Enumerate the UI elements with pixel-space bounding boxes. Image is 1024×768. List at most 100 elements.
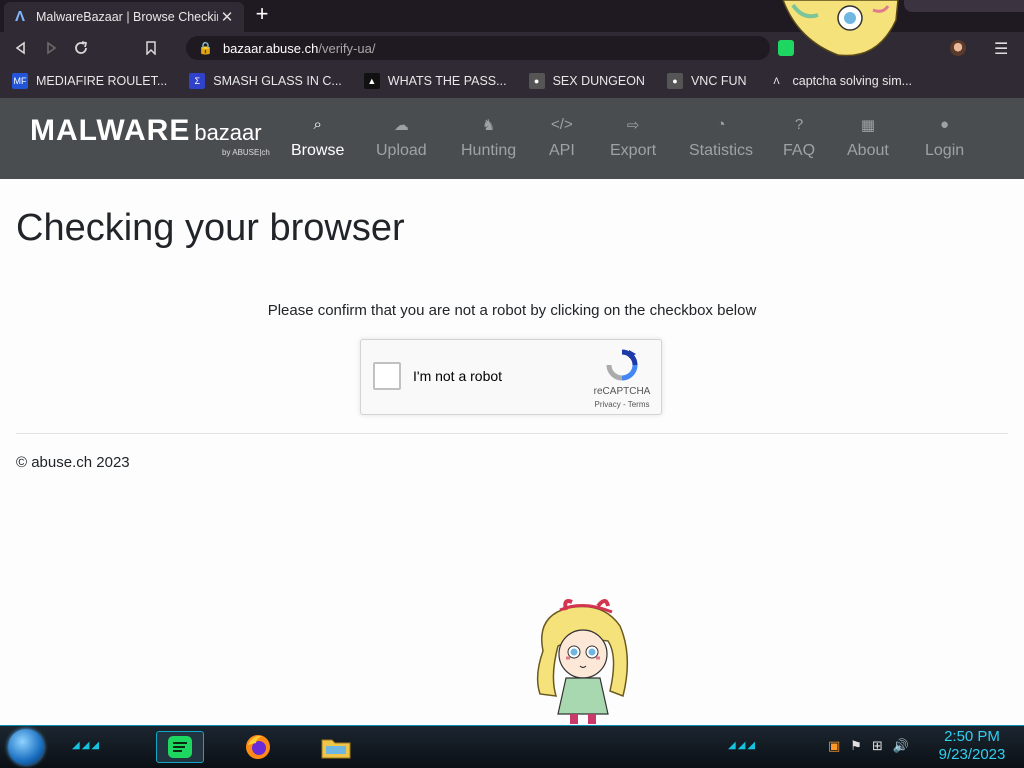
recaptcha-label: I'm not a robot (413, 368, 503, 384)
question-icon: ? (794, 116, 804, 133)
mediafire-icon: MF (12, 73, 28, 89)
nav-statistics[interactable]: ◔ Statistics (689, 116, 753, 160)
main-content (0, 179, 1024, 725)
site-favicon-icon: Λ (14, 8, 25, 25)
code-icon: </> (551, 116, 573, 133)
bookmark-label: SEX DUNGEON (552, 74, 645, 88)
nav-label: Hunting (461, 142, 517, 159)
recaptcha-widget: I'm not a robot reCAPTCHA Privacy - Term… (360, 339, 662, 415)
back-button[interactable] (6, 33, 36, 63)
lock-icon: 🔒 (198, 41, 213, 55)
nav-label: Export (610, 142, 657, 159)
clock-time: 2:50 PM (944, 728, 1000, 745)
logo-sub: bazaar (194, 120, 262, 145)
taskbar-spotify-button[interactable] (156, 731, 204, 763)
nav-upload[interactable]: ☁ Upload (376, 116, 427, 160)
site-icon: ▲ (363, 73, 380, 89)
captcha-instruction: Please confirm that you are not a robot … (267, 302, 757, 319)
browser-tab[interactable]: Λ MalwareBazaar | Browse Checking ✕ (4, 2, 244, 32)
footer-copyright: © abuse.ch 2023 (16, 454, 130, 471)
bookmark-item[interactable]: ● SEX DUNGEON (528, 73, 645, 89)
start-button[interactable] (8, 729, 44, 765)
nav-label: API (549, 142, 575, 159)
nav-about[interactable]: ▦ About (847, 116, 889, 160)
nav-login[interactable]: ● Login (925, 116, 964, 160)
screen: Λ MalwareBazaar | Browse Checking ✕ + 🔒 … (0, 0, 1024, 768)
hunting-icon: ♞ (481, 117, 496, 134)
browser-menu-icon[interactable]: ☰ (994, 39, 1008, 59)
bookmarks-bar: MF MEDIAFIRE ROULET... Σ SMASH GLASS IN C..… (0, 64, 1024, 98)
recaptcha-brand: reCAPTCHA (593, 386, 651, 397)
footer-divider (16, 433, 1008, 434)
reload-button[interactable] (66, 33, 96, 63)
logo-byline: by ABUSE|ch (222, 148, 270, 157)
system-tray: ▣ ⚑ ⊞ 🔊 (828, 738, 909, 754)
url-host: bazaar.abuse.ch (222, 40, 319, 56)
bookmark-item[interactable]: ● VNC FUN (666, 73, 747, 89)
page-title: Checking your browser (16, 207, 405, 249)
github-icon: ● (666, 73, 683, 89)
reload-icon (75, 41, 88, 54)
lambda-icon: Λ (768, 73, 785, 89)
nav-label: Upload (376, 142, 427, 159)
bookmark-button[interactable] (136, 33, 166, 63)
recaptcha-logo-icon (606, 349, 638, 381)
pie-chart-icon: ◔ (716, 116, 726, 133)
export-icon: ⇨ (626, 117, 640, 134)
tray-app-icon[interactable]: ▣ (828, 738, 840, 754)
bookmark-label: WHATS THE PASS... (387, 74, 507, 88)
character-sticker-bottom (536, 599, 629, 724)
nav-api[interactable]: </> API (549, 116, 575, 160)
forward-icon (47, 41, 57, 55)
bookmark-label: captcha solving sim... (792, 74, 913, 88)
nav-hunting[interactable]: ♞ Hunting (461, 116, 516, 160)
taskbar-firefox-button[interactable] (234, 731, 282, 763)
recaptcha-checkbox[interactable] (373, 362, 401, 390)
sigma-icon: Σ (189, 73, 206, 89)
url-path: /verify-ua/ (318, 40, 376, 56)
logo-main: MALWARE (30, 114, 191, 147)
bookmark-icon (146, 41, 156, 55)
nav-label: Login (925, 142, 965, 159)
address-bar[interactable]: 🔒 bazaar.abuse.ch/verify-ua/ (186, 36, 770, 60)
forward-button[interactable] (36, 33, 66, 63)
nav-label: Statistics (689, 142, 754, 159)
bookmark-item[interactable]: Σ SMASH GLASS IN C... (189, 73, 342, 89)
cloud-upload-icon: ☁ (393, 117, 409, 134)
back-icon (15, 41, 25, 55)
bookmark-label: VNC FUN (690, 74, 747, 88)
site-logo[interactable]: MALWARE bazaar by ABUSE|ch (30, 114, 270, 157)
nav-label: FAQ (783, 142, 816, 159)
clock-date: 9/23/2023 (938, 746, 1006, 763)
bookmark-label: SMASH GLASS IN C... (213, 74, 342, 88)
flag-icon[interactable]: ⚑ (850, 738, 862, 754)
volume-icon[interactable]: 🔊 (893, 738, 909, 754)
taskbar-explorer-button[interactable] (312, 731, 360, 763)
taskbar-decoration-left: ◢◢◢ (72, 740, 102, 751)
nav-export[interactable]: ⇨ Export (610, 116, 656, 160)
profile-avatar[interactable] (950, 40, 966, 56)
character-sticker-top (782, 0, 899, 57)
nav-browse[interactable]: ⌕ Browse (291, 116, 344, 160)
folder-icon (321, 739, 351, 759)
search-icon: ⌕ (313, 116, 322, 133)
building-icon: ▦ (860, 117, 875, 134)
recaptcha-privacy-terms[interactable]: Privacy - Terms (583, 400, 661, 409)
taskbar-clock[interactable]: 2:50 PM 9/23/2023 (930, 728, 1014, 764)
bookmark-item[interactable]: Λcaptcha solving sim... (768, 73, 913, 89)
spotify-icon (168, 736, 192, 758)
nav-label: Browse (291, 142, 345, 159)
user-icon: ● (940, 116, 950, 133)
close-tab-icon[interactable]: ✕ (218, 8, 236, 26)
network-icon[interactable]: ⊞ (872, 738, 883, 754)
nav-label: About (847, 142, 889, 159)
bookmark-label: MEDIAFIRE ROULET... (36, 74, 168, 88)
firefox-icon (246, 735, 270, 759)
new-tab-button[interactable]: + (250, 3, 274, 26)
github-icon: ● (528, 73, 545, 89)
bookmark-item[interactable]: MF MEDIAFIRE ROULET... (12, 73, 167, 89)
tab-title: MalwareBazaar | Browse Checking (36, 10, 218, 24)
nav-faq[interactable]: ? FAQ (783, 116, 815, 160)
bookmark-item[interactable]: ▲ WHATS THE PASS... (363, 73, 507, 89)
taskbar-decoration-right: ◢◢◢ (728, 740, 758, 751)
